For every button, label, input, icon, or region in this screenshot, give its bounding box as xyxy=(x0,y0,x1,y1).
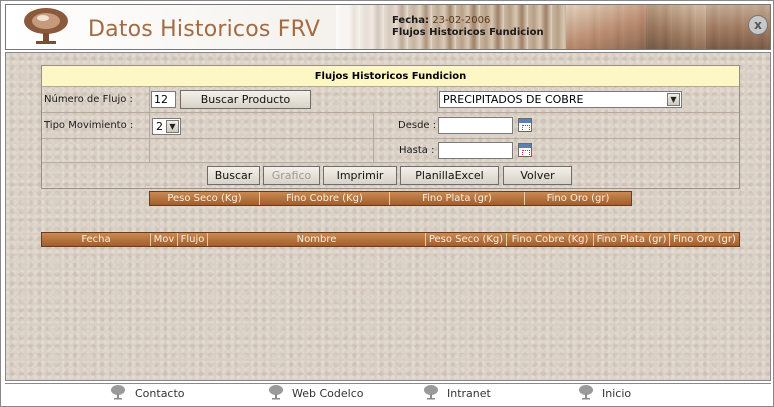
form-row-flujo: Número de Flujo : 12 Buscar Producto PRE… xyxy=(42,87,739,113)
detail-table-header: Fecha Mov Flujo Nombre Peso Seco (Kg) Fi… xyxy=(41,232,740,247)
column-header: Nombre xyxy=(208,233,426,246)
form-actions: Buscar Grafico Imprimir PlanillaExcel Vo… xyxy=(42,163,739,188)
codelco-logo-icon xyxy=(24,8,68,44)
planilla-excel-button[interactable]: PlanillaExcel xyxy=(400,166,499,185)
codelco-logo-icon xyxy=(269,385,283,400)
buscar-producto-button[interactable]: Buscar Producto xyxy=(180,90,311,109)
column-header: Fino Cobre (Kg) xyxy=(507,233,594,246)
divider xyxy=(149,87,150,112)
date-value: 23-02-2006 xyxy=(432,15,491,26)
numero-flujo-input[interactable]: 12 xyxy=(151,91,176,108)
calendar-icon[interactable] xyxy=(518,143,532,157)
header-photo xyxy=(646,5,706,49)
volver-button[interactable]: Volver xyxy=(503,166,572,185)
app-window: Datos Historicos FRV Fecha: 23-02-2006 F… xyxy=(0,0,774,407)
grafico-button[interactable]: Grafico xyxy=(263,166,320,185)
page-header: Datos Historicos FRV Fecha: 23-02-2006 F… xyxy=(5,4,771,50)
footer-link-web-codelco[interactable]: Web Codelco xyxy=(292,387,363,400)
calendar-icon[interactable] xyxy=(518,118,532,132)
tipo-movimiento-value: 2 xyxy=(156,120,163,133)
column-header: Flujo xyxy=(178,233,208,246)
column-header: Fino Plata (gr) xyxy=(594,233,670,246)
chevron-down-icon[interactable]: ▼ xyxy=(667,93,680,106)
column-header: Fino Plata (gr) xyxy=(390,192,525,205)
divider xyxy=(149,139,150,162)
producto-select[interactable]: PRECIPITADOS DE COBRE ▼ xyxy=(439,91,682,108)
header-photo xyxy=(566,5,646,49)
hasta-label: Hasta : xyxy=(399,145,435,156)
search-form: Flujos Historicos Fundicion Número de Fl… xyxy=(41,65,740,189)
chevron-down-icon[interactable]: ▼ xyxy=(166,120,179,133)
column-header: Fecha xyxy=(42,233,151,246)
main-content: Flujos Historicos Fundicion Número de Fl… xyxy=(5,52,771,381)
divider xyxy=(373,113,374,138)
column-header: Fino Cobre (Kg) xyxy=(260,192,390,205)
summary-table-header: Peso Seco (Kg) Fino Cobre (Kg) Fino Plat… xyxy=(149,191,632,206)
column-header: Peso Seco (Kg) xyxy=(150,192,260,205)
form-row-hasta: Hasta : xyxy=(42,139,739,163)
column-header: Peso Seco (Kg) xyxy=(426,233,507,246)
buscar-button[interactable]: Buscar xyxy=(207,166,260,185)
tipo-movimiento-label: Tipo Movimiento : xyxy=(44,120,134,131)
tipo-movimiento-select[interactable]: 2 ▼ xyxy=(152,118,181,135)
footer-link-inicio[interactable]: Inicio xyxy=(602,387,631,400)
page-subtitle: Flujos Historicos Fundicion xyxy=(392,27,544,38)
desde-input[interactable] xyxy=(438,117,513,134)
column-header: Fino Oro (gr) xyxy=(546,193,610,204)
codelco-logo-icon xyxy=(579,385,593,400)
app-title: Datos Historicos FRV xyxy=(88,17,321,42)
form-row-movimiento: Tipo Movimiento : 2 ▼ Desde : xyxy=(42,113,739,139)
codelco-logo-icon xyxy=(424,385,438,400)
producto-select-value: PRECIPITADOS DE COBRE xyxy=(443,93,584,106)
column-header: Mov xyxy=(151,233,178,246)
column-header: Fino Oro (gr) xyxy=(673,234,736,245)
imprimir-button[interactable]: Imprimir xyxy=(323,166,397,185)
numero-flujo-label: Número de Flujo : xyxy=(44,94,133,105)
date-label: Fecha: xyxy=(392,15,430,26)
codelco-logo-icon xyxy=(111,385,125,400)
footer-link-contacto[interactable]: Contacto xyxy=(135,387,185,400)
desde-label: Desde : xyxy=(398,120,437,131)
close-button[interactable]: x xyxy=(748,15,768,35)
divider xyxy=(373,139,374,162)
footer-link-intranet[interactable]: Intranet xyxy=(447,387,491,400)
page-footer: Contacto Web Codelco Intranet Inicio xyxy=(5,383,771,405)
divider xyxy=(437,87,438,112)
date-info: Fecha: 23-02-2006 Flujos Historicos Fund… xyxy=(392,15,544,39)
divider xyxy=(149,113,150,138)
form-title: Flujos Historicos Fundicion xyxy=(42,66,739,87)
hasta-input[interactable] xyxy=(438,142,513,159)
